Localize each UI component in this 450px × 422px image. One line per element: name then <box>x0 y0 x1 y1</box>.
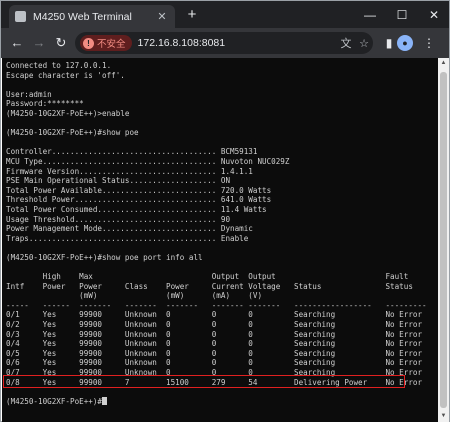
tab-web-terminal[interactable]: M4250 Web Terminal ✕ <box>9 5 175 28</box>
scrollbar-thumb[interactable] <box>440 72 447 408</box>
terminal-output[interactable]: Connected to 127.0.0.1. Escape character … <box>2 58 438 422</box>
back-arrow-icon[interactable]: ← <box>9 35 25 51</box>
terminal-line: 0/5 Yes 99900 Unknown 0 0 0 Searching No… <box>6 349 434 359</box>
terminal-line-text: Total Power Consumed....................… <box>6 204 267 214</box>
port-0-8-highlight <box>3 375 405 388</box>
terminal-line-text: 0/6 Yes 99900 Unknown 0 0 0 Searching No… <box>6 358 423 368</box>
not-secure-chip[interactable]: ! 不安全 <box>80 35 132 51</box>
address-bar[interactable]: ! 不安全 172.16.8.108:8081 文 ☆ <box>75 32 373 54</box>
terminal-line: Connected to 127.0.0.1. <box>6 61 434 71</box>
terminal-line-text: (M4250-10G2XF-PoE++)# <box>6 396 103 406</box>
terminal-line: High Max Output Output Fault <box>6 272 434 282</box>
terminal-line: Usage Threshold.........................… <box>6 215 434 225</box>
terminal-line-text: Firmware Version........................… <box>6 166 253 176</box>
close-window-button[interactable]: ✕ <box>419 1 449 28</box>
terminal-scrollbar[interactable]: ▲ ▼ <box>438 58 449 422</box>
maximize-button[interactable]: ☐ <box>387 1 417 28</box>
terminal-line-text: (M4250-10G2XF-PoE++)#show poe port info … <box>6 252 203 262</box>
terminal-line-text: 0/1 Yes 99900 Unknown 0 0 0 Searching No… <box>6 310 423 320</box>
terminal-line-text: Escape character is 'off'. <box>6 70 125 80</box>
terminal-line: Controller..............................… <box>6 147 434 157</box>
url-text[interactable]: 172.16.8.108:8081 <box>138 37 337 49</box>
terminal-cursor <box>102 396 108 405</box>
new-tab-button[interactable]: + <box>183 6 201 24</box>
kebab-menu-icon[interactable]: ⋮ <box>421 35 437 51</box>
tab-title: M4250 Web Terminal <box>33 10 132 23</box>
terminal-line-text: (mW) (mW) (mA) (V) <box>6 291 263 301</box>
side-panel-icon[interactable]: ▮ <box>381 35 397 51</box>
scroll-down-icon[interactable]: ▼ <box>438 411 449 422</box>
terminal-line: User:admin <box>6 90 434 100</box>
terminal-line-text: (M4250-10G2XF-PoE++)#show poe <box>6 128 139 138</box>
terminal-line: 0/2 Yes 99900 Unknown 0 0 0 Searching No… <box>6 320 434 330</box>
minimize-button[interactable]: — <box>355 1 385 28</box>
terminal-line-text: Total Power Available...................… <box>6 185 272 195</box>
translate-icon[interactable]: 文 <box>337 35 355 51</box>
terminal-line: Firmware Version........................… <box>6 167 434 177</box>
terminal-line: Intf Power Power Class Power Current Vol… <box>6 282 434 292</box>
terminal-line-text: Connected to 127.0.0.1. <box>6 61 112 70</box>
terminal-line-text: 0/5 Yes 99900 Unknown 0 0 0 Searching No… <box>6 348 423 358</box>
terminal-line: Total Power Available...................… <box>6 186 434 196</box>
terminal-line-text: (M4250-10G2XF-PoE++)>enable <box>6 108 130 118</box>
terminal-line-text: Password:******** <box>6 99 84 109</box>
terminal-line: (M4250-10G2XF-PoE++)#show poe <box>6 128 434 138</box>
terminal-line-text: PSE Main Operational Status.............… <box>6 176 231 186</box>
terminal-line: 0/3 Yes 99900 Unknown 0 0 0 Searching No… <box>6 330 434 340</box>
not-secure-label: 不安全 <box>97 39 126 50</box>
terminal-line-text: Usage Threshold.........................… <box>6 214 231 224</box>
close-tab-icon[interactable]: ✕ <box>155 10 169 23</box>
terminal-line-text: ----- ------ ------- ------- ------- ---… <box>6 300 427 310</box>
reload-icon[interactable]: ↻ <box>53 35 69 51</box>
terminal-line: (mW) (mW) (mA) (V) <box>6 291 434 301</box>
browser-window: M4250 Web Terminal ✕ + — ☐ ✕ ← → ↻ ! 不安全… <box>0 0 450 422</box>
star-icon[interactable]: ☆ <box>355 37 373 50</box>
terminal-line: Power Management Mode...................… <box>6 224 434 234</box>
terminal-line: Escape character is 'off'. <box>6 71 434 81</box>
browser-toolbar: ← → ↻ ! 不安全 172.16.8.108:8081 文 ☆ ▮ ● ⋮ <box>1 28 449 58</box>
forward-arrow-icon[interactable]: → <box>31 35 47 51</box>
terminal-line: ----- ------ ------- ------- ------- ---… <box>6 301 434 311</box>
terminal-line-text: High Max Output Output Fault <box>6 272 409 282</box>
scroll-up-icon[interactable]: ▲ <box>438 58 449 69</box>
terminal-line-text: Intf Power Power Class Power Current Vol… <box>6 281 413 291</box>
terminal-line: 0/6 Yes 99900 Unknown 0 0 0 Searching No… <box>6 358 434 368</box>
terminal-line: 0/1 Yes 99900 Unknown 0 0 0 Searching No… <box>6 310 434 320</box>
terminal-line-text: Controller..............................… <box>6 147 258 157</box>
terminal-line-text: 0/2 Yes 99900 Unknown 0 0 0 Searching No… <box>6 320 423 330</box>
profile-avatar-icon[interactable]: ● <box>397 35 413 51</box>
terminal-line: PSE Main Operational Status.............… <box>6 176 434 186</box>
terminal-line-text: Power Management Mode...................… <box>6 224 253 234</box>
terminal-line: Password:******** <box>6 99 434 109</box>
warning-icon: ! <box>83 37 94 49</box>
terminal-line-text: 0/4 Yes 99900 Unknown 0 0 0 Searching No… <box>6 339 423 349</box>
terminal-line-text: Traps...................................… <box>6 233 249 243</box>
terminal-line-text: User:admin <box>6 89 52 99</box>
terminal-line: MCU Type................................… <box>6 157 434 167</box>
tab-strip: M4250 Web Terminal ✕ + — ☐ ✕ <box>1 1 449 28</box>
terminal-favicon-icon <box>15 11 26 22</box>
terminal-line: 0/4 Yes 99900 Unknown 0 0 0 Searching No… <box>6 339 434 349</box>
terminal-line: (M4250-10G2XF-PoE++)# <box>6 396 434 407</box>
terminal-line: (M4250-10G2XF-PoE++)#show poe port info … <box>6 253 434 263</box>
terminal-line-text: MCU Type................................… <box>6 156 290 166</box>
terminal-line: Threshold Power.........................… <box>6 195 434 205</box>
terminal-line: Total Power Consumed....................… <box>6 205 434 215</box>
terminal-line-text: Threshold Power.........................… <box>6 195 272 205</box>
terminal-line: (M4250-10G2XF-PoE++)>enable <box>6 109 434 119</box>
terminal-line: Traps...................................… <box>6 234 434 244</box>
terminal-line-text: 0/3 Yes 99900 Unknown 0 0 0 Searching No… <box>6 329 423 339</box>
